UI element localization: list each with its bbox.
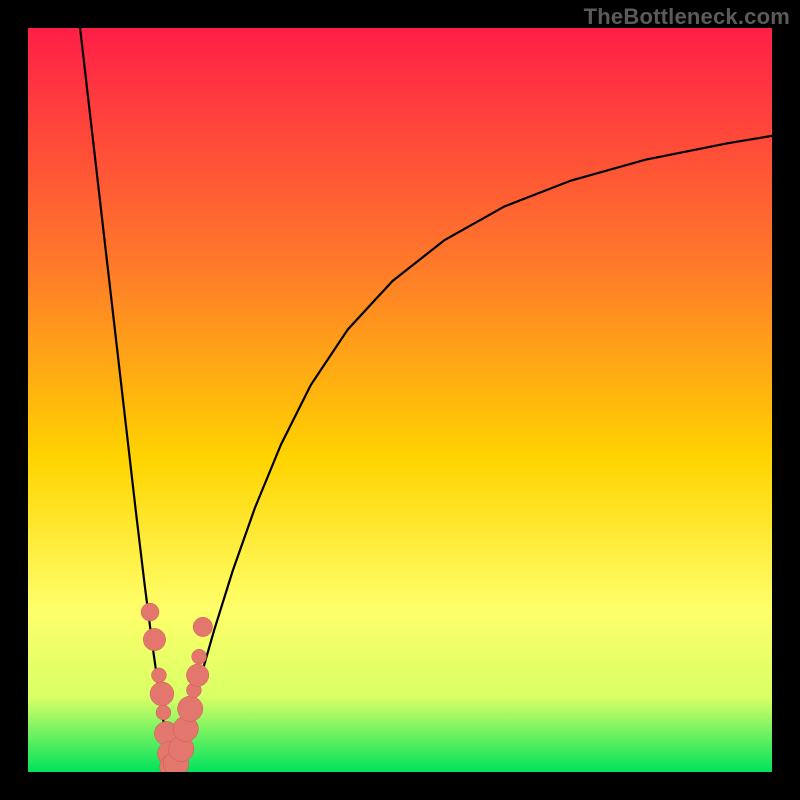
data-marker <box>193 617 212 636</box>
chart-frame: TheBottleneck.com <box>0 0 800 800</box>
watermark-label: TheBottleneck.com <box>584 4 790 30</box>
data-marker <box>143 628 165 650</box>
gradient-background <box>28 28 772 772</box>
data-marker <box>150 682 174 706</box>
data-marker <box>192 649 207 664</box>
data-marker <box>141 603 159 621</box>
data-marker <box>152 668 167 683</box>
data-marker <box>156 705 171 720</box>
plot-area <box>28 28 772 772</box>
data-marker <box>178 696 203 721</box>
data-marker <box>186 664 208 686</box>
bottleneck-chart <box>28 28 772 772</box>
